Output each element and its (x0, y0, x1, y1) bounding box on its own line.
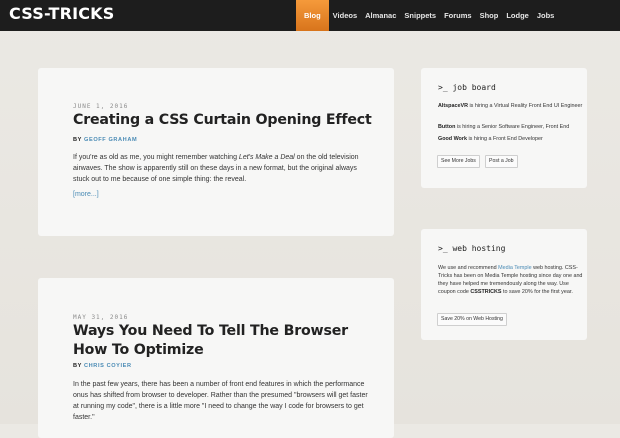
main-nav: Blog Videos Almanac Snippets Forums Shop… (296, 0, 558, 31)
read-more-link[interactable]: [more...] (73, 191, 99, 198)
post-excerpt: In the past few years, there has been a … (73, 381, 368, 421)
widget-title: >_ web hosting (438, 244, 506, 253)
hosting-description: We use and recommend Media Temple web ho… (438, 264, 584, 296)
nav-jobs[interactable]: Jobs (533, 0, 559, 31)
nav-shop[interactable]: Shop (476, 0, 503, 31)
byline-prefix: BY (73, 137, 82, 143)
hosting-text: to save 20% for the first year. (501, 289, 573, 295)
post-byline: BY CHRIS COYIER (73, 363, 132, 369)
post-a-job-button[interactable]: Post a Job (485, 155, 518, 168)
job-text: is hiring a Virtual Reality Front End UI… (467, 103, 583, 109)
hosting-text: We use and recommend (438, 265, 499, 271)
excerpt-emphasis: Let's Make a Deal (238, 154, 295, 161)
nav-lodge[interactable]: Lodge (502, 0, 533, 31)
media-temple-link[interactable]: Media Temple (498, 265, 531, 271)
post-card: MAY 31, 2016 Ways You Need To Tell The B… (38, 278, 394, 438)
excerpt-text: If you're as old as me, you might rememb… (73, 154, 239, 161)
job-listing[interactable]: AltspaceVR is hiring a Virtual Reality F… (438, 102, 584, 110)
nav-snippets[interactable]: Snippets (400, 0, 440, 31)
job-text: is hiring a Senior Software Engineer, Fr… (455, 124, 570, 130)
nav-almanac[interactable]: Almanac (361, 0, 400, 31)
post-date: MAY 31, 2016 (73, 314, 129, 321)
nav-videos[interactable]: Videos (329, 0, 361, 31)
see-more-jobs-button[interactable]: See More Jobs (437, 155, 480, 168)
top-navigation-bar: CSS-TRICKS Blog Videos Almanac Snippets … (0, 0, 620, 31)
job-listing[interactable]: Good Work is hiring a Front End Develope… (438, 135, 584, 143)
job-text: is hiring a Front End Developer (466, 136, 543, 142)
job-company: AltspaceVR (438, 103, 468, 109)
job-board-widget: >_ job board AltspaceVR is hiring a Virt… (421, 68, 587, 188)
web-hosting-widget: >_ web hosting We use and recommend Medi… (421, 229, 587, 340)
job-listing[interactable]: Button is hiring a Senior Software Engin… (438, 123, 584, 131)
save-on-hosting-button[interactable]: Save 20% on Web Hosting (437, 313, 507, 326)
post-title[interactable]: Creating a CSS Curtain Opening Effect (73, 111, 372, 130)
post-title[interactable]: Ways You Need To Tell The Browser How To… (73, 322, 373, 360)
nav-forums[interactable]: Forums (440, 0, 476, 31)
coupon-code: CSSTRICKS (470, 289, 502, 295)
job-company: Good Work (438, 136, 467, 142)
site-logo[interactable]: CSS-TRICKS (9, 4, 115, 23)
post-date: JUNE 1, 2016 (73, 103, 129, 110)
post-card: JUNE 1, 2016 Creating a CSS Curtain Open… (38, 68, 394, 236)
widget-title: >_ job board (438, 83, 496, 92)
job-company: Button (438, 124, 456, 130)
post-author-link[interactable]: CHRIS COYIER (84, 363, 132, 369)
post-byline: BY GEOFF GRAHAM (73, 137, 137, 143)
nav-blog[interactable]: Blog (296, 0, 329, 31)
post-excerpt: If you're as old as me, you might rememb… (73, 152, 373, 185)
byline-prefix: BY (73, 363, 82, 369)
post-author-link[interactable]: GEOFF GRAHAM (84, 137, 137, 143)
